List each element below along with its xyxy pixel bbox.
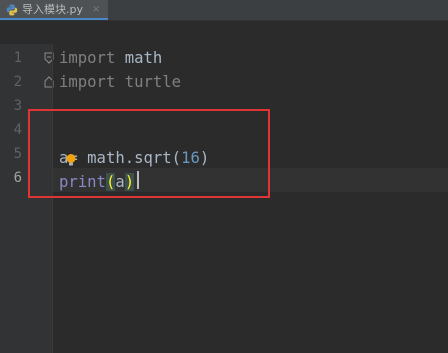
line-number: 4 (13, 122, 22, 138)
code-line-2[interactable]: import turtle (59, 70, 181, 94)
keyword-import: import (59, 49, 116, 67)
annotation-highlight-box (28, 109, 270, 198)
current-line-number: 6 (13, 170, 22, 186)
line-number: 1 (13, 50, 22, 66)
code-line-1[interactable]: import math (59, 46, 162, 70)
tab-file[interactable]: 导入模块.py × (0, 0, 108, 20)
tab-filename: 导入模块.py (22, 3, 83, 16)
module-name: math (124, 49, 163, 67)
line-number-gutter: 1 2 3 4 5 6 (0, 44, 54, 353)
editor-header-band (0, 20, 448, 45)
module-name: turtle (124, 73, 182, 91)
gutter-separator (52, 44, 53, 353)
line-number: 2 (13, 74, 22, 90)
close-icon[interactable]: × (92, 2, 100, 18)
editor-tab-bar: 导入模块.py × (0, 0, 448, 20)
line-number: 3 (13, 98, 22, 114)
python-file-icon (6, 4, 18, 16)
ide-window: 导入模块.py × 1 2 3 4 5 6 import math import… (0, 0, 448, 353)
line-number: 5 (13, 146, 22, 162)
keyword-import: import (59, 73, 116, 91)
